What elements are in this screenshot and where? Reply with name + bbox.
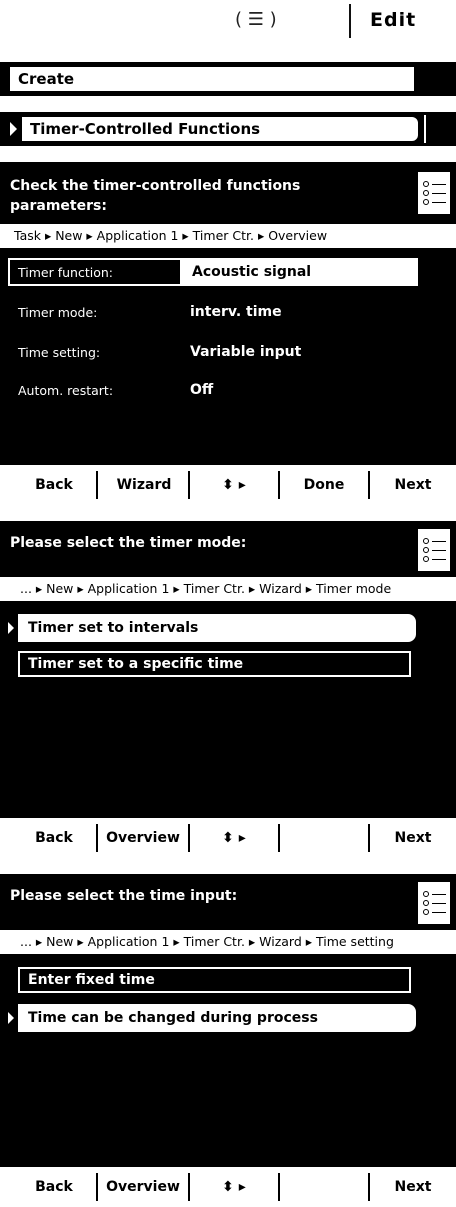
list-menu-icon[interactable] — [418, 172, 450, 214]
timer-mode-value[interactable]: interv. time — [190, 304, 282, 320]
softkey-bar: Back Overview ⬍ ▸ Next — [0, 1167, 456, 1207]
navigate-arrows-button[interactable]: ⬍ ▸ — [196, 818, 272, 858]
overview-button[interactable]: Overview — [98, 818, 188, 858]
overview-title-line1: Check the timer-controlled functions — [10, 178, 301, 194]
autom-restart-value[interactable]: Off — [190, 382, 213, 398]
autom-restart-label: Autom. restart: — [18, 383, 114, 398]
back-button[interactable]: Back — [14, 1167, 94, 1207]
timer-functions-menu-item[interactable]: Timer-Controlled Functions — [20, 115, 420, 143]
softkey-separator — [368, 471, 370, 499]
option-timer-specific-time[interactable]: Timer set to a specific time — [18, 651, 411, 677]
option-timer-intervals[interactable]: Timer set to intervals — [18, 614, 416, 642]
timer-mode-title: Please select the timer mode: — [10, 535, 247, 551]
timer-mode-screen: Please select the timer mode: ... ▸ New … — [0, 521, 456, 858]
navigate-arrows-button[interactable]: ⬍ ▸ — [196, 1167, 272, 1207]
softkey-separator — [188, 824, 190, 852]
option-time-changeable[interactable]: Time can be changed during process — [18, 1004, 416, 1032]
next-button[interactable]: Next — [376, 465, 450, 505]
back-button[interactable]: Back — [14, 465, 94, 505]
time-setting-value[interactable]: Variable input — [190, 344, 301, 360]
empty-softkey — [284, 1167, 364, 1207]
timer-functions-strip: Timer-Controlled Functions — [0, 112, 456, 146]
softkey-separator — [368, 1173, 370, 1201]
softkey-separator — [96, 471, 98, 499]
breadcrumb: Task ▸ New ▸ Application 1 ▸ Timer Ctr. … — [0, 224, 456, 248]
back-button[interactable]: Back — [14, 818, 94, 858]
time-input-title: Please select the time input: — [10, 888, 238, 904]
timer-function-value: Acoustic signal — [192, 264, 312, 280]
strip-divider — [424, 115, 426, 143]
list-menu-icon[interactable]: ( ☰ ) — [235, 4, 325, 36]
selection-caret-icon — [10, 122, 17, 136]
breadcrumb: ... ▸ New ▸ Application 1 ▸ Timer Ctr. ▸… — [0, 577, 456, 601]
timer-function-label: Timer function: — [18, 265, 113, 280]
next-button[interactable]: Next — [376, 1167, 450, 1207]
create-menu-item[interactable]: Create — [8, 65, 416, 93]
edit-button[interactable]: Edit — [370, 4, 450, 36]
overview-title-line2: parameters: — [10, 198, 107, 214]
option-enter-fixed-time[interactable]: Enter fixed time — [18, 967, 411, 993]
empty-softkey — [284, 818, 364, 858]
selection-caret-icon — [8, 622, 14, 634]
softkey-separator — [278, 1173, 280, 1201]
softkey-separator — [278, 471, 280, 499]
softkey-bar: Back Wizard ⬍ ▸ Done Next — [0, 465, 456, 505]
time-input-screen: Please select the time input: ... ▸ New … — [0, 874, 456, 1207]
time-setting-label: Time setting: — [18, 345, 101, 360]
overview-title: Check the timer-controlled functions par… — [10, 176, 400, 216]
timer-mode-label: Timer mode: — [18, 305, 98, 320]
timer-functions-label: Timer-Controlled Functions — [30, 120, 261, 138]
list-menu-icon[interactable] — [418, 882, 450, 924]
selection-caret-icon — [8, 1012, 14, 1024]
wizard-button[interactable]: Wizard — [102, 465, 186, 505]
next-button[interactable]: Next — [376, 818, 450, 858]
overview-button[interactable]: Overview — [98, 1167, 188, 1207]
softkey-separator — [368, 824, 370, 852]
create-label: Create — [18, 70, 75, 88]
done-button[interactable]: Done — [284, 465, 364, 505]
overview-screen: Check the timer-controlled functions par… — [0, 162, 456, 505]
timer-function-row[interactable]: Timer function: Acoustic signal — [8, 258, 418, 286]
softkey-separator — [278, 824, 280, 852]
softkey-separator — [188, 471, 190, 499]
softkey-separator — [188, 1173, 190, 1201]
softkey-bar: Back Overview ⬍ ▸ Next — [0, 818, 456, 858]
create-strip: Create — [0, 62, 456, 96]
topbar-separator — [349, 4, 351, 38]
navigate-arrows-button[interactable]: ⬍ ▸ — [196, 465, 272, 505]
breadcrumb: ... ▸ New ▸ Application 1 ▸ Timer Ctr. ▸… — [0, 930, 456, 954]
list-menu-icon[interactable] — [418, 529, 450, 571]
